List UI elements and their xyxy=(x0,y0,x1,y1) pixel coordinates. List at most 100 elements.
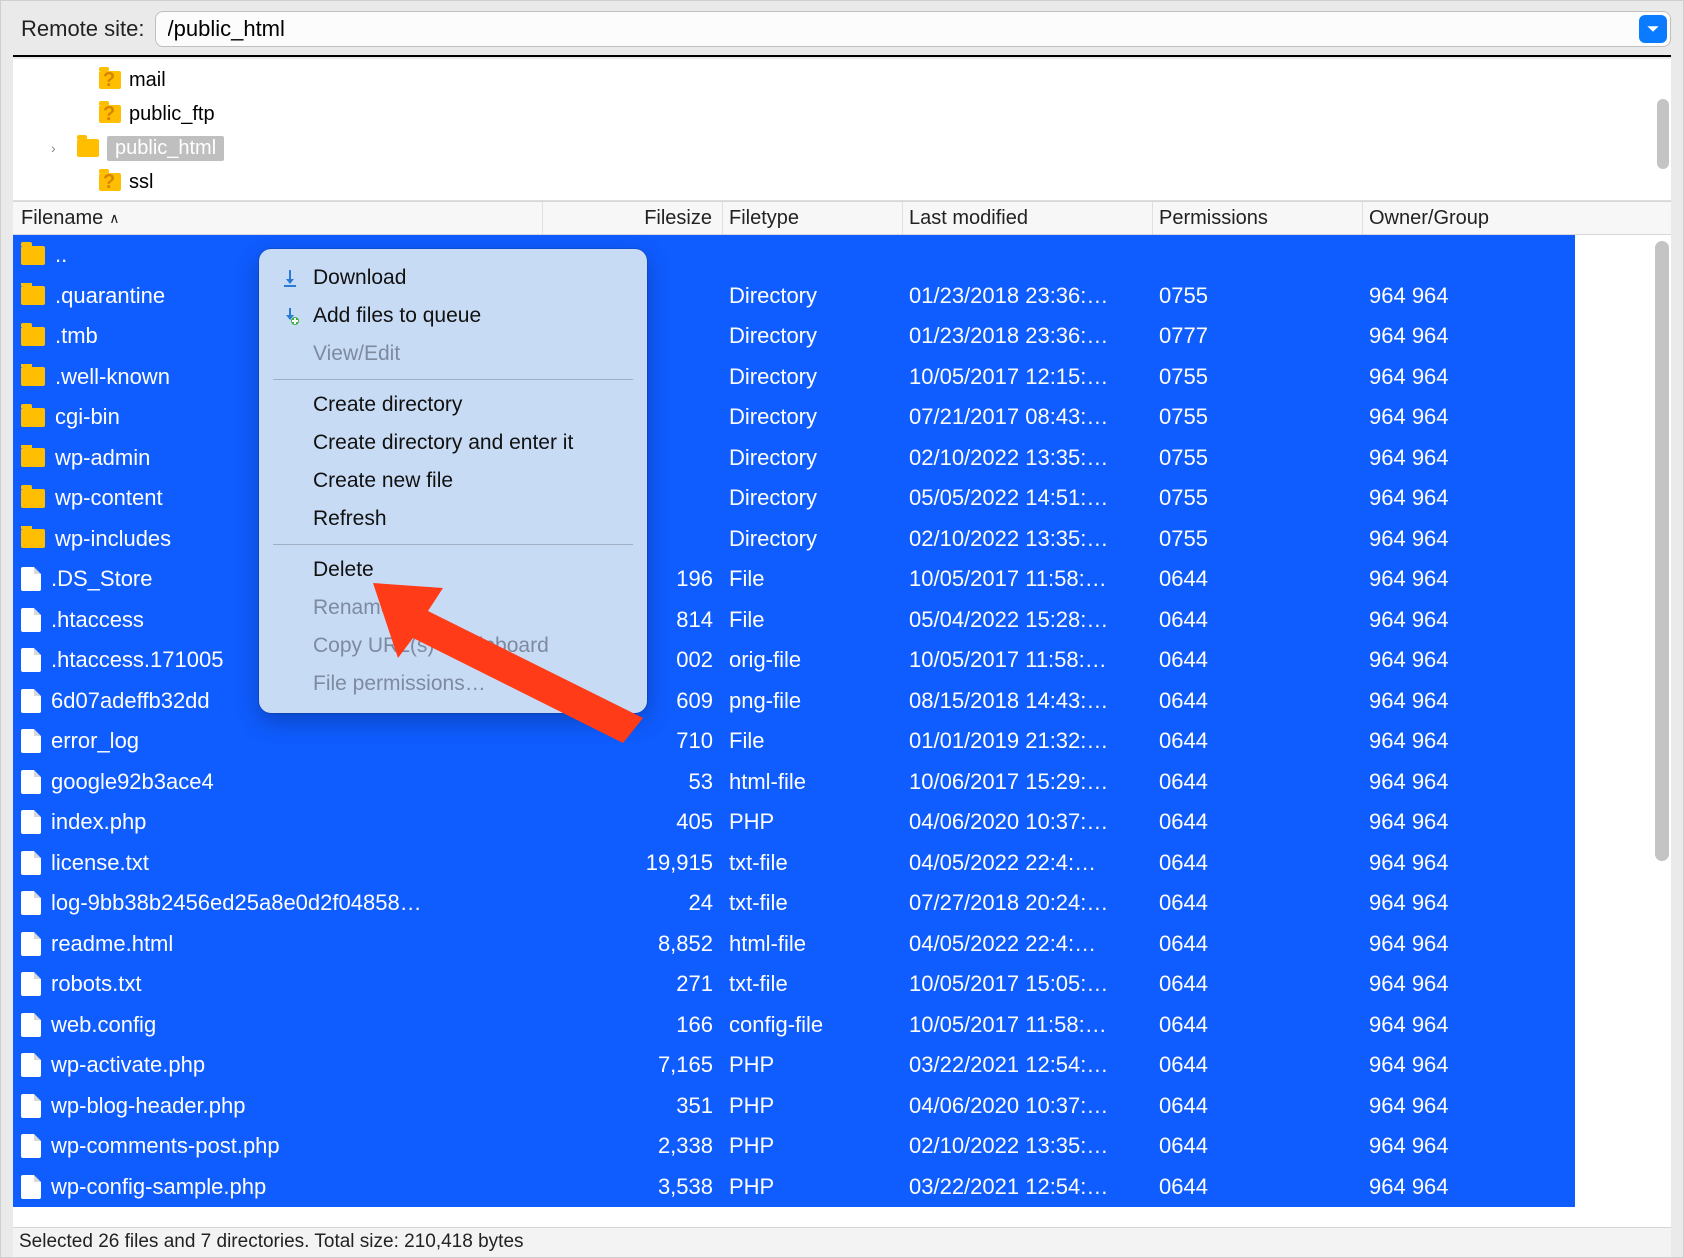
file-row[interactable]: cgi-binDirectory07/21/2017 08:43:…075596… xyxy=(13,397,1575,438)
file-type: PHP xyxy=(723,809,903,835)
file-icon xyxy=(21,689,41,713)
folder-icon xyxy=(21,408,45,427)
sort-asc-icon: ∧ xyxy=(109,210,119,227)
col-header-filetype[interactable]: Filetype xyxy=(723,202,903,234)
file-row[interactable]: readme.html8,852html-file04/05/2022 22:4… xyxy=(13,924,1575,965)
col-header-owner[interactable]: Owner/Group xyxy=(1363,202,1575,234)
file-size: 2,338 xyxy=(543,1133,723,1159)
scrollbar[interactable] xyxy=(1657,99,1669,169)
file-modified: 01/01/2019 21:32:… xyxy=(903,728,1153,754)
file-owner: 964 964 xyxy=(1363,1174,1575,1200)
tree-item[interactable]: public_ftp xyxy=(73,97,1671,131)
file-row[interactable]: .tmbDirectory01/23/2018 23:36:…0777964 9… xyxy=(13,316,1575,357)
menu-item-download[interactable]: Download xyxy=(259,259,647,297)
remote-path-input[interactable] xyxy=(155,11,1672,47)
file-name: .tmb xyxy=(55,323,98,349)
file-row[interactable]: 6d07adeffb32dd609png-file08/15/2018 14:4… xyxy=(13,681,1575,722)
file-list-header: Filename ∧ Filesize Filetype Last modifi… xyxy=(13,201,1671,235)
file-owner: 964 964 xyxy=(1363,607,1575,633)
file-list-area: ...quarantineDirectory01/23/2018 23:36:…… xyxy=(13,235,1671,1227)
col-header-filesize[interactable]: Filesize xyxy=(543,202,723,234)
file-row[interactable]: wp-config-sample.php3,538PHP03/22/2021 1… xyxy=(13,1167,1575,1208)
file-row[interactable]: error_log710File01/01/2019 21:32:…064496… xyxy=(13,721,1575,762)
file-row[interactable]: .DS_Store196File10/05/2017 11:58:…064496… xyxy=(13,559,1575,600)
file-permissions: 0644 xyxy=(1153,566,1363,592)
file-row[interactable]: .htaccess814File05/04/2022 15:28:…064496… xyxy=(13,600,1575,641)
file-name: robots.txt xyxy=(51,971,141,997)
file-size: 8,852 xyxy=(543,931,723,957)
file-owner: 964 964 xyxy=(1363,485,1575,511)
file-type: Directory xyxy=(723,445,903,471)
file-size: 271 xyxy=(543,971,723,997)
file-row[interactable]: wp-contentDirectory05/05/2022 14:51:…075… xyxy=(13,478,1575,519)
file-icon xyxy=(21,1013,41,1037)
file-row[interactable]: .quarantineDirectory01/23/2018 23:36:…07… xyxy=(13,276,1575,317)
menu-item-add-queue[interactable]: Add files to queue xyxy=(259,297,647,335)
file-modified: 10/05/2017 15:05:… xyxy=(903,971,1153,997)
file-owner: 964 964 xyxy=(1363,526,1575,552)
file-size: 53 xyxy=(543,769,723,795)
file-row[interactable]: index.php405PHP04/06/2020 10:37:…0644964… xyxy=(13,802,1575,843)
menu-item-delete[interactable]: Delete xyxy=(259,551,647,589)
tree-item[interactable]: mail xyxy=(73,63,1671,97)
file-owner: 964 964 xyxy=(1363,850,1575,876)
file-modified: 02/10/2022 13:35:… xyxy=(903,526,1153,552)
file-type: orig-file xyxy=(723,647,903,673)
menu-item-copy-urls: Copy URL(s) to clipboard xyxy=(259,627,647,665)
file-name: 6d07adeffb32dd xyxy=(51,688,210,714)
file-row[interactable]: wp-comments-post.php2,338PHP02/10/2022 1… xyxy=(13,1126,1575,1167)
file-row[interactable]: robots.txt271txt-file10/05/2017 15:05:…0… xyxy=(13,964,1575,1005)
col-header-modified[interactable]: Last modified xyxy=(903,202,1153,234)
file-icon xyxy=(21,567,41,591)
file-type: png-file xyxy=(723,688,903,714)
menu-item-create-dir-enter[interactable]: Create directory and enter it xyxy=(259,424,647,462)
file-name: .well-known xyxy=(55,364,170,390)
file-row[interactable]: wp-adminDirectory02/10/2022 13:35:…07559… xyxy=(13,438,1575,479)
menu-item-create-file[interactable]: Create new file xyxy=(259,462,647,500)
file-row[interactable]: .. xyxy=(13,235,1575,276)
directory-tree[interactable]: mail public_ftp › public_html ssl xyxy=(13,59,1671,201)
file-modified: 04/06/2020 10:37:… xyxy=(903,1093,1153,1119)
file-modified: 04/05/2022 22:4:… xyxy=(903,931,1153,957)
file-owner: 964 964 xyxy=(1363,1093,1575,1119)
file-size: 166 xyxy=(543,1012,723,1038)
file-modified: 05/04/2022 15:28:… xyxy=(903,607,1153,633)
file-permissions: 0644 xyxy=(1153,850,1363,876)
menu-item-create-dir[interactable]: Create directory xyxy=(259,386,647,424)
file-row[interactable]: .well-knownDirectory10/05/2017 12:15:…07… xyxy=(13,357,1575,398)
file-type: PHP xyxy=(723,1093,903,1119)
file-permissions: 0644 xyxy=(1153,890,1363,916)
disclosure-closed-icon[interactable]: › xyxy=(51,140,69,156)
file-icon xyxy=(21,851,41,875)
tree-label: mail xyxy=(129,69,166,92)
scrollbar[interactable] xyxy=(1655,241,1669,861)
file-name: wp-activate.php xyxy=(51,1052,205,1078)
file-permissions: 0644 xyxy=(1153,688,1363,714)
file-name: wp-blog-header.php xyxy=(51,1093,245,1119)
menu-item-refresh[interactable]: Refresh xyxy=(259,500,647,538)
file-modified: 01/23/2018 23:36:… xyxy=(903,283,1153,309)
file-size: 7,165 xyxy=(543,1052,723,1078)
file-row[interactable]: .htaccess.171005002orig-file10/05/2017 1… xyxy=(13,640,1575,681)
folder-icon xyxy=(77,139,99,157)
file-row[interactable]: license.txt19,915txt-file04/05/2022 22:4… xyxy=(13,843,1575,884)
file-row[interactable]: google92b3ace453html-file10/06/2017 15:2… xyxy=(13,762,1575,803)
file-row[interactable]: wp-includesDirectory02/10/2022 13:35:…07… xyxy=(13,519,1575,560)
col-header-filename[interactable]: Filename ∧ xyxy=(13,202,543,234)
col-header-permissions[interactable]: Permissions xyxy=(1153,202,1363,234)
file-size: 710 xyxy=(543,728,723,754)
file-modified: 07/27/2018 20:24:… xyxy=(903,890,1153,916)
file-icon xyxy=(21,810,41,834)
tree-item[interactable]: ssl xyxy=(73,165,1671,199)
file-modified: 10/05/2017 11:58:… xyxy=(903,647,1153,673)
file-row[interactable]: web.config166config-file10/05/2017 11:58… xyxy=(13,1005,1575,1046)
tree-item-selected[interactable]: › public_html xyxy=(51,131,1671,165)
file-row[interactable]: log-9bb38b2456ed25a8e0d2f04858…24txt-fil… xyxy=(13,883,1575,924)
add-queue-icon xyxy=(279,306,301,326)
file-name: wp-includes xyxy=(55,526,171,552)
path-dropdown-button[interactable] xyxy=(1639,15,1667,43)
file-size: 405 xyxy=(543,809,723,835)
file-type: Directory xyxy=(723,364,903,390)
file-row[interactable]: wp-blog-header.php351PHP04/06/2020 10:37… xyxy=(13,1086,1575,1127)
file-row[interactable]: wp-activate.php7,165PHP03/22/2021 12:54:… xyxy=(13,1045,1575,1086)
